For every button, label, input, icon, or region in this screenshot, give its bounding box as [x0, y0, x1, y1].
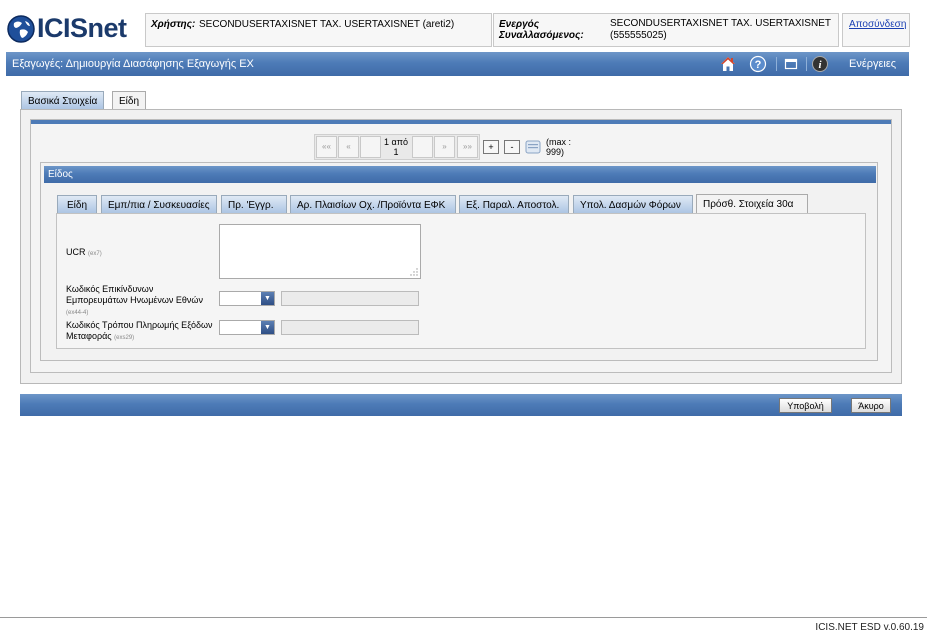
- info-icon[interactable]: i: [811, 55, 829, 73]
- trader-value: SECONDUSERTAXISNET TAX. USERTAXISNET (55…: [610, 18, 831, 41]
- logout-box: Αποσύνδεση: [842, 13, 910, 47]
- user-info-box: Χρήστης: SECONDUSERTAXISNET TAX. USERTAX…: [145, 13, 492, 47]
- cancel-button[interactable]: Άκυρο: [851, 398, 891, 413]
- subtab-previous-docs[interactable]: Πρ. 'Εγγρ.: [221, 195, 287, 214]
- page-info: 1 από 1: [384, 137, 408, 157]
- section-title: Είδος: [48, 169, 73, 180]
- next-page-button[interactable]: »: [434, 136, 455, 158]
- trader-info-box: Ενεργός Συναλλασόμενος: SECONDUSERTAXISN…: [493, 13, 839, 47]
- payment-method-label-text: Κωδικός Τρόπου Πληρωμής Εξόδων Μεταφοράς: [66, 320, 213, 341]
- payment-method-label: Κωδικός Τρόπου Πληρωμής Εξόδων Μεταφοράς…: [66, 320, 216, 344]
- ucr-label-text: UCR: [66, 247, 86, 257]
- chevron-down-icon[interactable]: ▼: [261, 321, 274, 334]
- logo-text: ICISnet: [37, 13, 127, 43]
- tab-items[interactable]: Είδη: [112, 91, 147, 110]
- actions-menu[interactable]: Ενέργειες: [849, 58, 896, 70]
- dangerous-goods-select[interactable]: ▼: [219, 291, 275, 306]
- item-list-icon[interactable]: [525, 139, 541, 155]
- subtab-additional-30a[interactable]: Πρόσθ. Στοιχεία 30α: [696, 194, 808, 214]
- toolbar-divider: [776, 57, 777, 71]
- version-label: ICIS.NET ESD v.0.60.19: [815, 622, 924, 633]
- globe-logo-icon: [7, 15, 35, 43]
- user-label: Χρήστης:: [151, 19, 196, 30]
- first-page-button[interactable]: ««: [316, 136, 337, 158]
- toolbar-divider: [806, 57, 807, 71]
- logo: ICISnet: [6, 12, 141, 48]
- payment-method-code: (exs29): [114, 335, 135, 341]
- dangerous-goods-code: (ex44-4): [66, 310, 89, 316]
- panel-top-bar: [31, 120, 891, 124]
- payment-method-select[interactable]: ▼: [219, 320, 275, 335]
- payment-method-description: [281, 320, 419, 335]
- section-header: Είδος: [44, 166, 876, 183]
- action-bar: [20, 394, 902, 416]
- home-icon[interactable]: [719, 55, 737, 73]
- help-icon[interactable]: ?: [749, 55, 767, 73]
- user-value: SECONDUSERTAXISNET TAX. USERTAXISNET (ar…: [199, 19, 455, 30]
- logout-link[interactable]: Αποσύνδεση: [849, 19, 906, 30]
- ucr-label: UCR (ex7): [66, 247, 102, 260]
- subtab-duty-calc[interactable]: Υπολ. Δασμών Φόρων: [573, 195, 693, 214]
- window-icon[interactable]: [782, 55, 800, 73]
- trader-label: Ενεργός Συναλλασόμενος:: [499, 19, 584, 41]
- submit-button[interactable]: Υποβολή: [779, 398, 832, 413]
- dangerous-goods-description: [281, 291, 419, 306]
- last-page-button[interactable]: »»: [457, 136, 478, 158]
- resize-grip-icon[interactable]: [410, 268, 418, 276]
- page-spacer: [412, 136, 433, 158]
- subtab-consignment[interactable]: Εξ. Παραλ. Αποστολ.: [459, 195, 569, 214]
- tab-basic-info[interactable]: Βασικά Στοιχεία: [21, 91, 105, 110]
- dangerous-goods-label: Κωδικός Επικίνδυνων Εμπορευμάτων Ηνωμένω…: [66, 284, 216, 319]
- chevron-down-icon[interactable]: ▼: [261, 292, 274, 305]
- subtab-items[interactable]: Είδη: [57, 195, 97, 214]
- page-title: Εξαγωγές: Δημιουργία Διασάφησης Εξαγωγής…: [12, 58, 254, 70]
- page-spacer: [360, 136, 381, 158]
- title-bar: Εξαγωγές: Δημιουργία Διασάφησης Εξαγωγής…: [6, 52, 909, 76]
- ucr-code: (ex7): [88, 251, 102, 257]
- dangerous-goods-label-text: Κωδικός Επικίνδυνων Εμπορευμάτων Ηνωμένω…: [66, 284, 203, 305]
- prev-page-button[interactable]: «: [338, 136, 359, 158]
- add-item-button[interactable]: +: [483, 140, 499, 154]
- subtab-packages[interactable]: Εμπ/πια / Συσκευασίες: [101, 195, 217, 214]
- remove-item-button[interactable]: -: [504, 140, 520, 154]
- ucr-textarea[interactable]: [219, 224, 421, 279]
- svg-text:?: ?: [755, 59, 762, 71]
- max-items-info: (max : 999): [546, 137, 572, 157]
- footer-divider: [0, 617, 927, 618]
- subtab-vehicle-frames[interactable]: Αρ. Πλαισίων Οχ. /Προϊόντα ΕΦΚ: [290, 195, 456, 214]
